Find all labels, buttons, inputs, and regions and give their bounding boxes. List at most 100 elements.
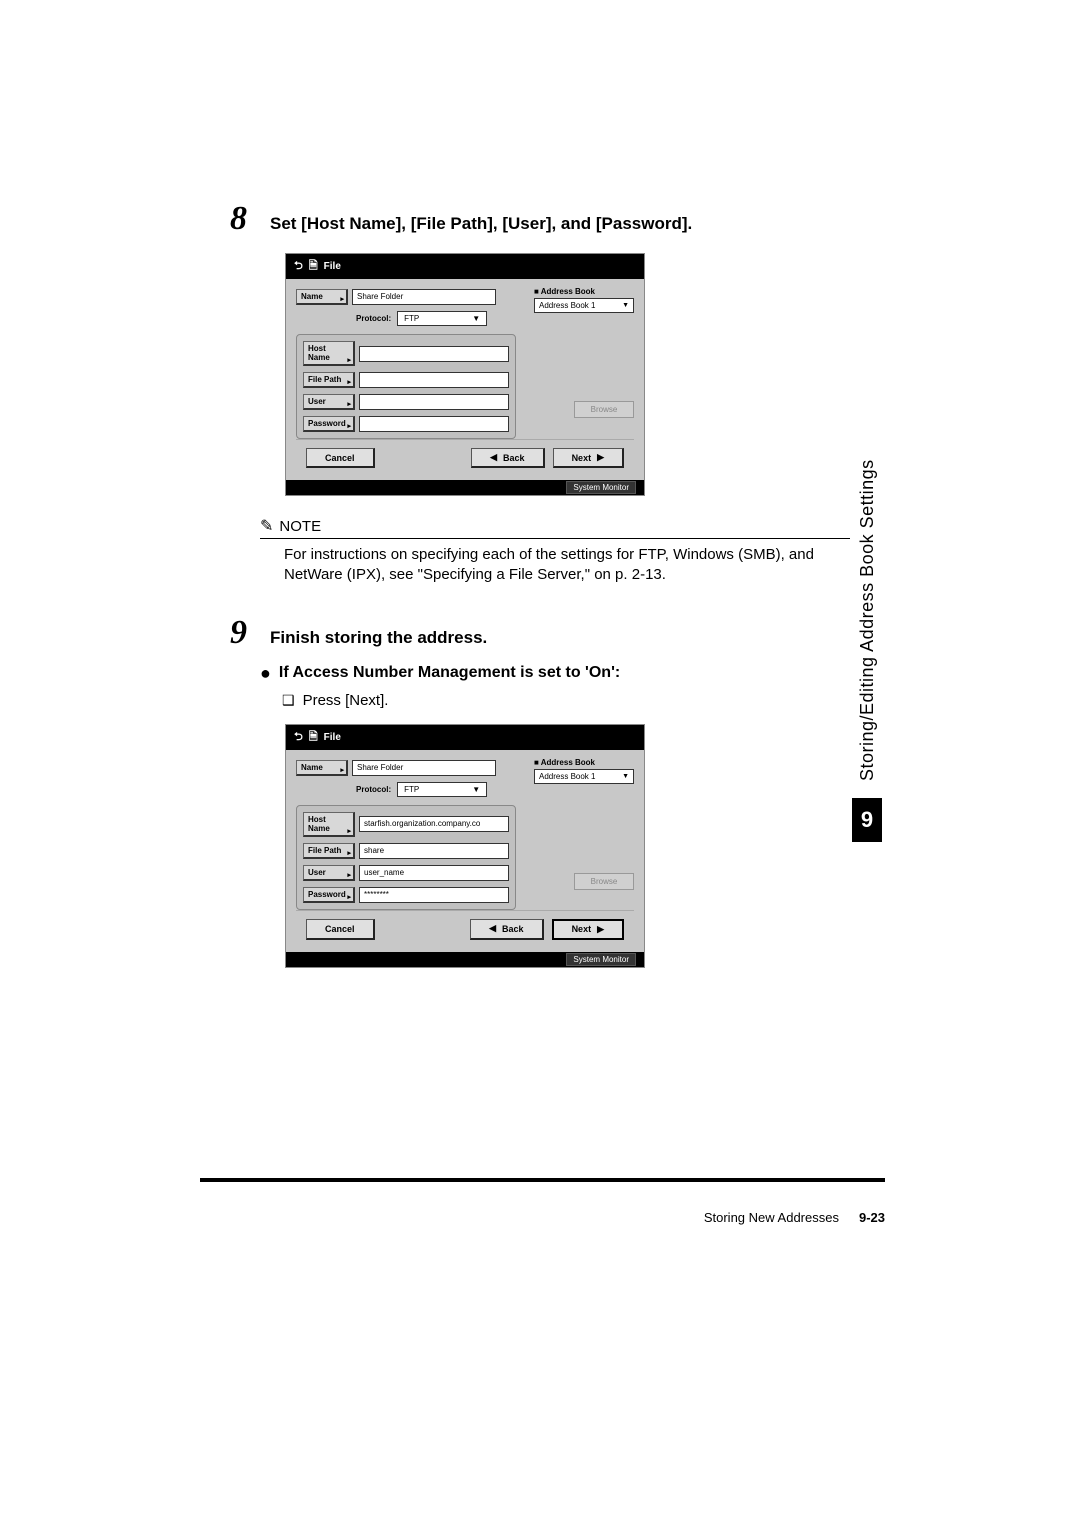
screen2-host-button[interactable]: Host Name▸ [303, 812, 355, 837]
sub-press-row: ❑ Press [Next]. [282, 692, 850, 709]
step-8: 8 Set [Host Name], [File Path], [User], … [230, 200, 850, 238]
screen1-statusbar: System Monitor [286, 480, 644, 495]
arrow-right-icon: ▸ [347, 871, 351, 879]
screen2-sysmonitor[interactable]: System Monitor [566, 953, 636, 966]
step-8-number: 8 [230, 200, 270, 238]
note-block: ✎ NOTE For instructions on specifying ea… [260, 516, 850, 586]
screen2-protocol-row: Protocol: FTP ▼ [356, 782, 634, 797]
screen2-protocol-value: FTP [404, 785, 419, 794]
screen1-pwd-button[interactable]: Password▸ [303, 416, 355, 432]
screen2-cancel-button[interactable]: Cancel [306, 919, 375, 940]
screen1-name-input[interactable]: Share Folder [352, 289, 496, 305]
screen2-path-input[interactable]: share [359, 843, 509, 859]
screen2-statusbar: System Monitor [286, 952, 644, 967]
screen1-back-button[interactable]: ◀Back [471, 448, 544, 468]
arrow-right-icon: ▸ [347, 893, 351, 901]
side-tab: Storing/Editing Address Book Settings 9 [849, 450, 885, 870]
footer-rule [200, 1178, 885, 1182]
page-content: 8 Set [Host Name], [File Path], [User], … [230, 200, 850, 988]
screen1-host-button[interactable]: Host Name▸ [303, 341, 355, 366]
screen1-protocol-dropdown[interactable]: FTP ▼ [397, 311, 487, 326]
triangle-left-icon: ◀ [490, 452, 497, 463]
screen2-addr-dropdown[interactable]: Address Book 1 ▼ [534, 769, 634, 784]
screen2-path-button[interactable]: File Path▸ [303, 843, 355, 859]
side-tab-number: 9 [852, 798, 882, 842]
screen1-cancel-button[interactable]: Cancel [306, 448, 375, 468]
screen2-address-block: ■ Address Book Address Book 1 ▼ [534, 758, 634, 784]
screen1-path-row: File Path▸ [303, 372, 509, 388]
screen1-protocol-value: FTP [404, 314, 419, 323]
screen2-pwd-input[interactable]: ******** [359, 887, 509, 903]
triangle-right-icon: ▶ [597, 924, 604, 935]
screen2-name-input[interactable]: Share Folder [352, 760, 496, 776]
screen2-addr-value: Address Book 1 [539, 772, 595, 781]
screen2-user-button[interactable]: User▸ [303, 865, 355, 881]
screen2-protocol-label: Protocol: [356, 785, 391, 794]
arrow-right-icon: ▸ [347, 422, 351, 430]
footer-page-number: 9-23 [859, 1210, 885, 1225]
screen2-body: ■ Address Book Address Book 1 ▼ Name ▸ S… [286, 750, 644, 952]
arrow-right-icon: ▸ [347, 400, 351, 408]
screen1-host-row: Host Name▸ [303, 341, 509, 366]
screen1-host-input[interactable] [359, 346, 509, 362]
printer-screen-2: ⮌ 🗎 File ■ Address Book Address Book 1 ▼… [285, 724, 645, 968]
screen1-addr-value: Address Book 1 [539, 301, 595, 310]
screen1-pwd-row: Password▸ [303, 416, 509, 432]
screen1-title-text: File [324, 261, 341, 272]
screen2-name-button[interactable]: Name ▸ [296, 760, 348, 776]
screen1-addr-label: ■ Address Book [534, 287, 634, 296]
screen1-protocol-label: Protocol: [356, 314, 391, 323]
screen2-user-row: User▸ user_name [303, 865, 509, 881]
screen2-back-button[interactable]: ◀Back [470, 919, 543, 940]
step-9-title: Finish storing the address. [270, 622, 487, 648]
note-label: NOTE [279, 518, 321, 535]
arrow-right-icon: ▸ [347, 849, 351, 857]
screen1-user-button[interactable]: User▸ [303, 394, 355, 410]
arrow-right-icon: ▸ [340, 295, 344, 303]
screen1-titlebar: ⮌ 🗎 File [286, 254, 644, 279]
screen1-body: ■ Address Book Address Book 1 ▼ Name ▸ S… [286, 279, 644, 480]
screen1-user-input[interactable] [359, 394, 509, 410]
bullet-icon: ● [260, 664, 271, 682]
screen2-addr-label: ■ Address Book [534, 758, 634, 767]
step-9: 9 Finish storing the address. [230, 614, 850, 652]
triangle-right-icon: ▶ [597, 452, 604, 463]
back-arrow-icon: ⮌ [294, 728, 303, 747]
step-8-title: Set [Host Name], [File Path], [User], an… [270, 208, 692, 234]
screen1-next-button[interactable]: Next▶ [553, 448, 624, 468]
step-9-number: 9 [230, 614, 270, 652]
arrow-right-icon: ▸ [347, 827, 351, 835]
screen2-path-row: File Path▸ share [303, 843, 509, 859]
screen2-protocol-dropdown[interactable]: FTP ▼ [397, 782, 487, 797]
caret-down-icon: ▼ [472, 785, 480, 794]
screen2-next-button[interactable]: Next▶ [552, 919, 624, 940]
screen1-sysmonitor[interactable]: System Monitor [566, 481, 636, 494]
screen2-browse-button: Browse [574, 873, 634, 890]
caret-down-icon: ▼ [472, 314, 480, 323]
side-tab-text: Storing/Editing Address Book Settings [857, 450, 878, 790]
caret-down-icon: ▼ [622, 302, 629, 309]
screen1-path-button[interactable]: File Path▸ [303, 372, 355, 388]
screen1-browse-button: Browse [574, 401, 634, 418]
screen2-user-input[interactable]: user_name [359, 865, 509, 881]
screen1-footer: Cancel ◀Back Next▶ [296, 439, 634, 476]
screen1-address-block: ■ Address Book Address Book 1 ▼ [534, 287, 634, 313]
printer-screen-1: ⮌ 🗎 File ■ Address Book Address Book 1 ▼… [285, 253, 645, 496]
checkbox-icon: ❑ [282, 692, 295, 709]
screen1-name-label: Name [301, 292, 323, 301]
screen1-path-input[interactable] [359, 372, 509, 388]
back-arrow-icon: ⮌ [294, 257, 303, 276]
screen1-addr-dropdown[interactable]: Address Book 1 ▼ [534, 298, 634, 313]
screen2-pwd-row: Password▸ ******** [303, 887, 509, 903]
screen2-host-input[interactable]: starfish.organization.company.co [359, 816, 509, 832]
screen2-footer: Cancel ◀Back Next▶ [296, 910, 634, 948]
screen1-user-row: User▸ [303, 394, 509, 410]
sub-press-text: Press [Next]. [303, 692, 389, 709]
footer-line: Storing New Addresses 9-23 [200, 1210, 885, 1225]
screen2-name-row: Name ▸ Share Folder [296, 760, 496, 776]
screen1-pwd-input[interactable] [359, 416, 509, 432]
screen1-name-button[interactable]: Name ▸ [296, 289, 348, 305]
screen2-title-text: File [324, 732, 341, 743]
sub-bullet-row: ● If Access Number Management is set to … [260, 664, 850, 682]
screen2-pwd-button[interactable]: Password▸ [303, 887, 355, 903]
